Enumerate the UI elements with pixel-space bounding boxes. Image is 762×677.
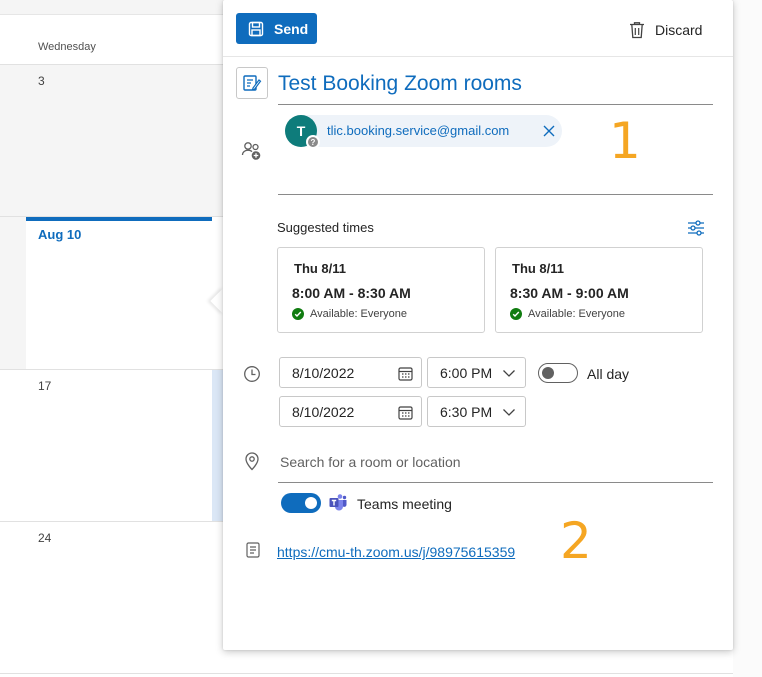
notes-icon (245, 542, 261, 558)
start-date-picker[interactable]: 8/10/2022 (279, 357, 422, 388)
attendee-chip[interactable]: T ? tlic.booking.service@gmail.com (285, 115, 562, 149)
presence-unknown-icon: ? (306, 135, 320, 149)
chevron-down-icon (501, 404, 517, 420)
location-pin-icon (243, 451, 261, 471)
day-cell-3[interactable] (0, 65, 223, 216)
send-button[interactable]: Send (236, 13, 317, 44)
suggested-times-label: Suggested times (277, 220, 374, 235)
cell-margin (0, 217, 26, 369)
all-day-toggle[interactable] (538, 363, 578, 383)
day-number: 3 (38, 74, 45, 88)
start-time-dropdown[interactable]: 6:00 PM (427, 357, 526, 388)
availability-text: Available: Everyone (310, 308, 408, 320)
save-icon (248, 21, 264, 37)
annotation-1: 1 (609, 112, 641, 170)
toggle-knob (305, 497, 317, 509)
filter-settings-icon[interactable] (686, 218, 706, 238)
suggested-day: Thu 8/11 (294, 261, 347, 276)
day-number: 17 (38, 379, 52, 393)
week-divider (0, 673, 762, 674)
end-time-dropdown[interactable]: 6:30 PM (427, 396, 526, 427)
all-day-label: All day (587, 366, 630, 382)
end-date-value: 8/10/2022 (292, 403, 355, 420)
event-title-icon (236, 67, 268, 99)
suggested-time-card[interactable]: Thu 8/11 8:30 AM - 9:00 AM Available: Ev… (495, 247, 703, 333)
discard-button[interactable]: Discard (629, 18, 702, 42)
calendar-right-column (733, 0, 762, 677)
zoom-meeting-link[interactable]: https://cmu-th.zoom.us/j/98975615359 (277, 544, 515, 560)
new-event-popup: Send Discard Test Booking Zoom rooms T ?… (223, 0, 733, 650)
event-title-field[interactable]: Test Booking Zoom rooms (278, 70, 713, 105)
add-people-icon (241, 140, 263, 162)
close-icon[interactable] (542, 124, 556, 138)
suggested-time-card[interactable]: Thu 8/11 8:00 AM - 8:30 AM Available: Ev… (277, 247, 485, 333)
calendar-icon (397, 404, 413, 420)
checkmark-icon (292, 308, 304, 320)
teams-icon (329, 493, 347, 511)
today-day-number: Aug 10 (38, 227, 82, 242)
availability-status: Available: Everyone (292, 308, 407, 320)
suggested-day: Thu 8/11 (512, 261, 565, 276)
end-time-value: 6:30 PM (440, 403, 493, 420)
clock-icon (243, 365, 261, 383)
suggested-time: 8:30 AM - 9:00 AM (510, 285, 629, 301)
attendees-field[interactable]: T ? tlic.booking.service@gmail.com (278, 110, 713, 195)
send-label: Send (274, 20, 309, 37)
calendar-icon (397, 365, 413, 381)
day-number: 24 (38, 531, 52, 545)
checkmark-icon (510, 308, 522, 320)
chevron-down-icon (501, 365, 517, 381)
toggle-knob (542, 367, 554, 379)
annotation-2: 2 (560, 512, 592, 570)
teams-meeting-toggle[interactable] (281, 493, 321, 513)
availability-status: Available: Everyone (510, 308, 625, 320)
suggested-time: 8:00 AM - 8:30 AM (292, 285, 411, 301)
start-date-value: 8/10/2022 (292, 364, 355, 381)
attendee-email: tlic.booking.service@gmail.com (327, 123, 510, 138)
location-search-input[interactable]: Search for a room or location (278, 445, 713, 483)
end-date-picker[interactable]: 8/10/2022 (279, 396, 422, 427)
teams-meeting-label: Teams meeting (357, 496, 452, 512)
discard-label: Discard (655, 22, 703, 38)
availability-text: Available: Everyone (528, 308, 626, 320)
trash-icon (629, 21, 645, 39)
today-indicator (26, 217, 212, 221)
start-time-value: 6:00 PM (440, 364, 493, 381)
day-header-wednesday: Wednesday (38, 41, 96, 53)
popup-toolbar: Send Discard (223, 0, 733, 57)
